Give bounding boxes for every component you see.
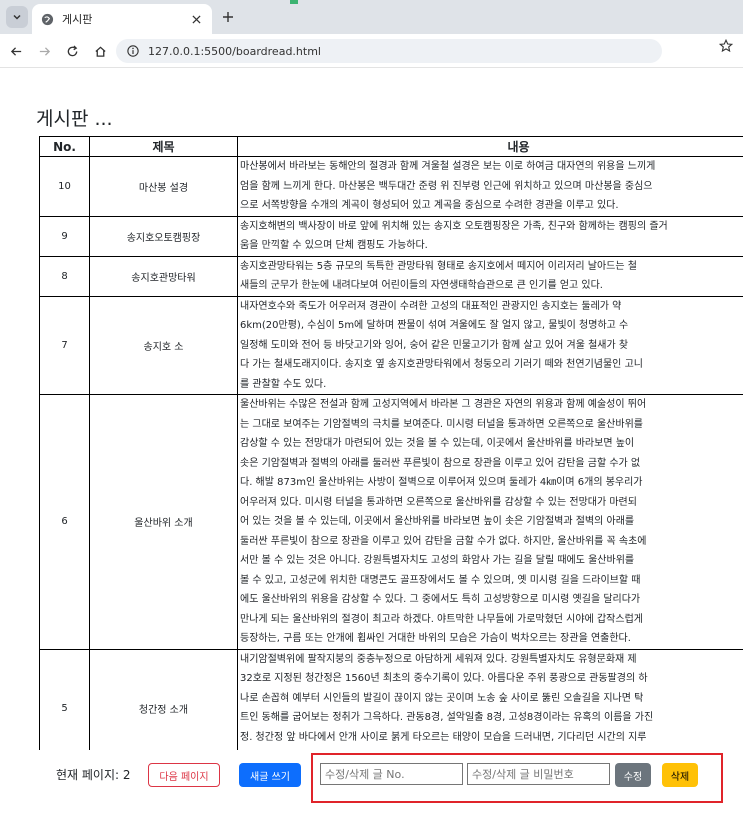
row-content: 내자연호수와 죽도가 어우러져 경관이 수려한 고성의 대표적인 관광지인 송지…	[237, 295, 743, 395]
browser-address-bar: 127.0.0.1:5500/boardread.html	[0, 34, 743, 68]
row-content-line: 서만 볼 수 있는 것은 아니다. 강원특별자치도 고성의 화암사 가는 길을 …	[240, 555, 635, 566]
next-page-button[interactable]: 다음 페이지	[148, 763, 220, 787]
row-no: 10	[39, 156, 90, 217]
table-body: 10 마산봉 설경 마산봉에서 바라보는 동해안의 절경과 함께 겨울철 설경은 보…	[39, 156, 743, 750]
new-post-button[interactable]: 새글 쓰기	[239, 763, 301, 787]
table-row[interactable]: 10 마산봉 설경 마산봉에서 바라보는 동해안의 절경과 함께 겨울철 설경은 보…	[39, 156, 743, 217]
close-icon[interactable]	[188, 11, 204, 27]
delete-button[interactable]: 삭제	[662, 763, 698, 787]
row-content-line: 송지호관망타워는 5층 규모의 독특한 관망타워 형태로 송지호에서 떼지어 이…	[240, 260, 637, 272]
row-no: 9	[39, 215, 90, 257]
bookmark-star-icon[interactable]	[719, 39, 733, 53]
top-accent-mark	[290, 0, 298, 4]
row-content-line: 어 있는 것을 볼 수 있는데, 이곳에서 울산바위를 바라보면 높이 솟은 기…	[240, 516, 635, 527]
row-content-line: 를 관찰할 수도 있다.	[240, 378, 327, 390]
current-page-indicator: 현재 페이지: 2	[56, 768, 131, 782]
column-header-title: 제목	[89, 136, 238, 157]
table-row[interactable]: 7 송지호 소 내자연호수와 죽도가 어우러져 경관이 수려한 고성의 대표적인 관…	[39, 295, 743, 395]
row-content-line: 움을 만끽할 수 있으며 단체 캠핑도 가능하다.	[240, 240, 428, 251]
row-content-line: 일정해 도미와 전어 등 바닷고기와 잉어, 숭어 같은 민물고기가 함께 살고…	[240, 339, 629, 351]
site-info-icon[interactable]	[126, 44, 140, 58]
row-title[interactable]: 송지호오토캠핑장	[89, 215, 238, 257]
forward-arrow-icon[interactable]	[36, 43, 52, 59]
row-content-line: 6km(20만평), 수심이 5m에 달하며 짠물이 섞여 겨울에도 잘 얼지 …	[240, 320, 629, 331]
row-content-line: 정. 청간정 앞 바다에서 안개 사이로 붉게 타오르는 태양이 모습을 드러내…	[240, 731, 647, 743]
row-no: 6	[39, 394, 90, 650]
row-title[interactable]: 청간정 소개	[89, 648, 238, 750]
table-row[interactable]: 9 송지호오토캠핑장 송지호해변의 백사장이 바로 앞에 위치해 있는 송지호 오토…	[39, 215, 743, 257]
row-content-line: 32호로 지정된 청간정은 1560년 최초의 중수기록이 있다. 아름다운 주…	[240, 673, 648, 684]
row-content-line: 는 그대로 보여주는 기암절벽의 극치를 보여준다. 미시령 터널을 통과하면 …	[240, 418, 643, 430]
browser-tab[interactable]: 게시판	[32, 4, 212, 34]
row-content: 송지호해변의 백사장이 바로 앞에 위치해 있는 송지호 오토캠핑장은 가족, …	[237, 215, 743, 257]
browser-tab-bar: 게시판	[0, 0, 743, 34]
row-content-line: 다. 해발 873m인 울산바위는 사방이 절벽으로 이루어져 있으며 둘레가 …	[240, 477, 643, 488]
table-header-row: No. 제목 내용	[39, 136, 743, 157]
row-content-line: 잊고 그저 탄성만이 가득하다.	[240, 747, 743, 750]
row-content-line: 송지호해변의 백사장이 바로 앞에 위치해 있는 송지호 오토캠핑장은 가족, …	[240, 220, 668, 232]
page-title: 게시판 ...	[36, 108, 113, 130]
url-text: 127.0.0.1:5500/boardread.html	[148, 44, 321, 58]
row-content: 송지호관망타워는 5층 규모의 독특한 관망타워 형태로 송지호에서 떼지어 이…	[237, 255, 743, 297]
row-content: 마산봉에서 바라보는 동해안의 절경과 함께 겨울철 설경은 보는 이로 하여금…	[237, 156, 743, 217]
row-content-line: 내기암절벽위에 팔작지붕의 중층누정으로 아담하게 세워져 있다. 강원특별자치…	[240, 653, 637, 665]
row-content-line: 새들의 군무가 한눈에 내려다보여 어린이들의 자연생태학습관으로 큰 인기를 …	[240, 280, 603, 291]
row-content-line: 내자연호수와 죽도가 어우러져 경관이 수려한 고성의 대표적인 관광지인 송지…	[240, 300, 622, 312]
reload-icon[interactable]	[64, 43, 80, 59]
table-row[interactable]: 6 울산바위 소개 울산바위는 수많은 전설과 함께 고성지역에서 바라본 그 경관…	[39, 394, 743, 650]
row-title[interactable]: 마산봉 설경	[89, 156, 238, 217]
tab-search-chevron-down-icon[interactable]	[6, 6, 28, 28]
row-content-line: 나로 손꼽혀 예부터 시인들의 발길이 끊이지 않는 곳이며 노송 숲 사이로 …	[240, 692, 644, 704]
row-content-line: 엄을 함께 느끼게 한다. 마산봉은 백두대간 준령 위 진부령 인근에 위치하…	[240, 180, 653, 192]
tab-title: 게시판	[62, 13, 93, 26]
new-tab-plus-icon[interactable]	[220, 9, 236, 25]
row-no: 5	[39, 648, 90, 750]
row-content-line: 둘러싼 푸른빛이 참으로 장관을 이루고 있어 감탄을 금할 수가 없다. 하지…	[240, 535, 647, 547]
row-content-line: 솟은 기암절벽과 절벽의 아래를 둘러싼 푸른빛이 참으로 장관을 이루고 있어…	[240, 457, 641, 469]
row-title[interactable]: 울산바위 소개	[89, 394, 238, 650]
row-content-line: 감상할 수 있는 전망대가 마련되어 있는 것을 볼 수 있는데, 이곳에서 울…	[240, 438, 635, 449]
row-content-line: 울산바위는 수많은 전설과 함께 고성지역에서 바라본 그 경관은 자연의 위용…	[240, 399, 647, 410]
row-no: 7	[39, 295, 90, 395]
table-row[interactable]: 8 송지호관망타워 송지호관망타워는 5층 규모의 독특한 관망타워 형태로 송지호…	[39, 255, 743, 297]
row-content-line: 에도 울산바위의 위용을 감상할 수 있다. 그 중에서도 특히 고성방향으로 …	[240, 594, 641, 605]
post-password-input[interactable]	[467, 763, 610, 785]
row-content-line: 등장하는, 구름 또는 안개에 휩싸인 거대한 바위의 모습은 가슴이 벅차오르…	[240, 633, 631, 644]
row-content: 내기암절벽위에 팔작지붕의 중층누정으로 아담하게 세워져 있다. 강원특별자치…	[237, 648, 743, 750]
column-header-no: No.	[39, 136, 90, 157]
row-content-line: 트인 동해를 굽어보는 정취가 그윽하다. 관동8경, 설악일출 8경, 고성8…	[240, 712, 654, 723]
row-content-line: 만나게 되는 울산바위의 절경이 최고라 하겠다. 야트막한 나무들에 가로막혔…	[240, 613, 643, 625]
row-title[interactable]: 송지호 소	[89, 295, 238, 395]
row-content-line: 다 가는 철새도래지이다. 송지호 옆 송지호관망타워에서 청둥오리 기러기 떼…	[240, 359, 643, 370]
edit-button[interactable]: 수정	[615, 763, 651, 787]
row-content-line: 으로 서쪽방향을 수개의 계곡이 형성되어 있고 계곡을 중심으로 수려한 경관…	[240, 200, 619, 211]
row-no: 8	[39, 255, 90, 297]
row-content-line: 어우러져 있다. 미시령 터널을 통과하면 오른쪽으로 울산바위를 감상할 수 …	[240, 496, 637, 508]
back-arrow-icon[interactable]	[8, 43, 24, 59]
post-no-input[interactable]	[320, 763, 463, 785]
home-icon[interactable]	[92, 43, 108, 59]
address-omnibox[interactable]: 127.0.0.1:5500/boardread.html	[116, 39, 662, 63]
row-content-line: 볼 수 있고, 고성군에 위치한 대명콘도 골프장에서도 볼 수 있으며, 옛 …	[240, 574, 641, 586]
row-content: 울산바위는 수많은 전설과 함께 고성지역에서 바라본 그 경관은 자연의 위용…	[237, 394, 743, 650]
row-title[interactable]: 송지호관망타워	[89, 255, 238, 297]
column-header-content: 내용	[237, 136, 743, 157]
table-row[interactable]: 5 청간정 소개 내기암절벽위에 팔작지붕의 중층누정으로 아담하게 세워져 있다.…	[39, 648, 743, 750]
row-content-line: 마산봉에서 바라보는 동해안의 절경과 함께 겨울철 설경은 보는 이로 하여금…	[240, 161, 656, 172]
board-table-container[interactable]: No. 제목 내용 10 마산봉 설경 마산봉에서 바라보는 동해안의 절경과 함께…	[39, 136, 743, 750]
globe-icon	[40, 12, 54, 26]
board-table: No. 제목 내용 10 마산봉 설경 마산봉에서 바라보는 동해안의 절경과 함께…	[39, 136, 743, 750]
